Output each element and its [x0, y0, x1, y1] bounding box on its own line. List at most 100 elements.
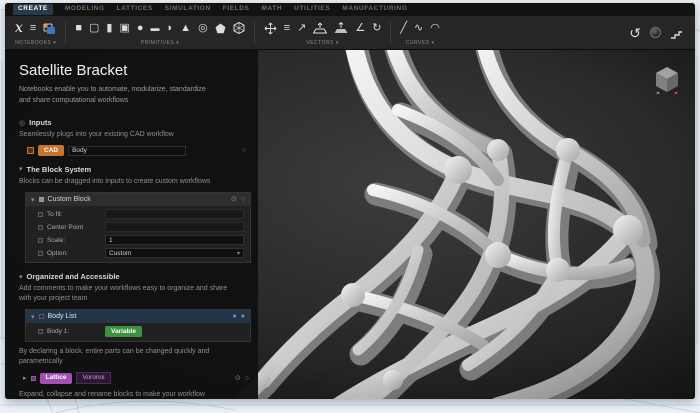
- variable-icon[interactable]: x: [15, 21, 23, 35]
- body-1-row: Body 1: Variable: [38, 326, 244, 338]
- comment-dot-icon[interactable]: ●: [233, 313, 237, 320]
- caret-down-icon: ▾: [19, 166, 23, 174]
- option-checkbox[interactable]: [38, 250, 43, 256]
- to-fit-field[interactable]: [105, 209, 244, 220]
- variable-badge[interactable]: Variable: [105, 326, 142, 338]
- tab-simulation[interactable]: SIMULATION: [165, 6, 211, 13]
- body-list-body: Body 1: Variable: [26, 323, 250, 341]
- box-icon[interactable]: ▣: [119, 22, 129, 34]
- toolbar-separator: [65, 21, 67, 44]
- organized-description: Add comments to make your workflows easy…: [19, 285, 228, 303]
- body-1-label: Body 1:: [47, 328, 70, 336]
- half-sphere-icon[interactable]: ◗: [167, 22, 174, 34]
- body-list-title: Body List: [47, 313, 77, 321]
- lattice-checkbox[interactable]: [30, 375, 36, 381]
- voronoi-value[interactable]: Voronoi: [76, 372, 111, 385]
- capsule-icon[interactable]: ▬: [151, 23, 160, 33]
- custom-block-title: Custom Block: [47, 196, 91, 204]
- tab-manufacturing[interactable]: MANUFACTURING: [342, 6, 407, 13]
- center-point-field[interactable]: [105, 222, 244, 233]
- plane-up-icon[interactable]: [334, 22, 348, 34]
- body-1-checkbox[interactable]: [38, 329, 43, 335]
- expand-footer: Expand, collapse and rename blocks to ma…: [19, 391, 205, 399]
- toolbar-group-curves: ╱ ∿ ◠ CURVES ▾: [398, 16, 441, 49]
- body-list-header[interactable]: ▾ Body List ● ●: [26, 310, 250, 324]
- cone-icon[interactable]: ▲: [180, 22, 191, 34]
- caret-down-icon[interactable]: ▾: [31, 196, 35, 204]
- center-point-label: Center Point: [47, 223, 84, 231]
- circle-icon[interactable]: ○: [241, 196, 245, 203]
- scale-field[interactable]: 1: [105, 235, 244, 246]
- custom-block-header[interactable]: ▾ Custom Block ⊙ ○: [26, 193, 250, 207]
- field-row-center-point: Center Point: [38, 222, 244, 233]
- toolbar-group-notebooks: x ≡ NOTEBOOKS ▾: [13, 16, 58, 49]
- sphere-icon[interactable]: ●: [137, 22, 144, 34]
- cad-body-field[interactable]: Body: [68, 145, 187, 156]
- body-list-block: ▾ Body List ● ● Body 1: Variable: [25, 309, 251, 343]
- lattice-badge: Lattice: [39, 372, 73, 384]
- block-system-description: Blocks can be dragged into inputs to cre…: [19, 177, 211, 185]
- primitives-group-label[interactable]: PRIMITIVES ▾: [75, 41, 244, 46]
- tab-modeling[interactable]: MODELING: [65, 6, 105, 13]
- caret-down-icon[interactable]: ▾: [31, 313, 35, 321]
- plane-icon[interactable]: [313, 22, 328, 34]
- circle-icon[interactable]: ○: [245, 375, 249, 382]
- rounded-cube-icon[interactable]: ▢: [89, 22, 99, 34]
- caret-right-icon[interactable]: ▸: [23, 374, 27, 382]
- vectors-group-label[interactable]: VECTORS ▾: [264, 41, 382, 46]
- inputs-icon: ◎: [19, 119, 26, 127]
- caret-down-icon: ▾: [19, 273, 23, 281]
- scale-label: Scale:: [47, 236, 66, 244]
- custom-block-body: To fit: Center Point Scale: 1 Option: Cu…: [26, 206, 250, 262]
- block-system-heading[interactable]: ▾ The Block System: [19, 165, 246, 174]
- cad-checkbox[interactable]: [27, 147, 34, 155]
- toolbar-group-primitives: ■ ▢ ▮ ▣ ● ▬ ◗ ▲ ◎ PRIMITIVES ▾: [73, 16, 246, 49]
- tab-fields[interactable]: FIELDS: [223, 6, 250, 13]
- to-fit-checkbox[interactable]: [38, 211, 43, 217]
- app-window: CREATE MODELING LATTICES SIMULATION FIEL…: [5, 3, 695, 399]
- dot-icon[interactable]: ●: [241, 313, 245, 320]
- view-cube[interactable]: [655, 66, 679, 94]
- cad-row-circle-icon[interactable]: ○: [242, 147, 246, 154]
- option-label: Option:: [47, 249, 68, 257]
- notebooks-icon[interactable]: [43, 22, 56, 35]
- spline-icon[interactable]: ∿: [414, 22, 423, 34]
- organized-heading[interactable]: ▾ Organized and Accessible: [19, 272, 246, 281]
- notebook-intro: Notebooks enable you to automate, modula…: [19, 86, 206, 104]
- notebooks-group-label[interactable]: NOTEBOOKS ▾: [15, 41, 56, 46]
- arc-icon[interactable]: ◠: [430, 22, 440, 34]
- tab-lattices[interactable]: LATTICES: [117, 6, 153, 13]
- rotate-icon[interactable]: ↻: [372, 22, 381, 34]
- center-point-checkbox[interactable]: [38, 224, 43, 230]
- target-icon[interactable]: ⊙: [235, 375, 241, 382]
- scale-checkbox[interactable]: [38, 237, 43, 243]
- toolbar-group-vectors: ≡ ↗ ∠ ↻ VECTORS ▾: [262, 16, 384, 49]
- move-icon[interactable]: [264, 22, 277, 35]
- torus-icon[interactable]: ◎: [198, 22, 208, 34]
- target-icon[interactable]: ⊙: [231, 196, 237, 203]
- body-list-checkbox[interactable]: [38, 314, 44, 320]
- pentagon-icon[interactable]: [215, 23, 226, 34]
- vector-arrow-icon[interactable]: ↗: [297, 22, 306, 34]
- polyhedron-icon[interactable]: [233, 22, 245, 34]
- curves-group-label[interactable]: CURVES ▾: [400, 41, 439, 46]
- chevron-down-icon: ▾: [236, 250, 240, 257]
- tab-math[interactable]: MATH: [261, 6, 282, 13]
- custom-block-checkbox[interactable]: [38, 197, 44, 203]
- line-icon[interactable]: ╱: [400, 22, 407, 34]
- lattice-block-row[interactable]: ▸ Lattice Voronoi ⊙ ○: [23, 372, 249, 385]
- cube-icon[interactable]: ■: [75, 22, 82, 34]
- field-row-option: Option: Custom ▾: [38, 248, 244, 259]
- vector-list-icon[interactable]: ≡: [284, 22, 290, 34]
- option-dropdown[interactable]: Custom ▾: [105, 248, 244, 259]
- toolbar: x ≡ NOTEBOOKS ▾ ■ ▢ ▮ ▣ ● ▬ ◗ ▲ ◎ PRIMIT…: [5, 16, 695, 50]
- angle-icon[interactable]: ∠: [355, 22, 365, 34]
- loop-rotate-icon[interactable]: ↺: [629, 26, 641, 40]
- tab-utilities[interactable]: UTILITIES: [294, 6, 330, 13]
- inputs-description: Seamlessly plugs into your existing CAD …: [19, 131, 174, 138]
- tab-create[interactable]: CREATE: [13, 4, 53, 15]
- steps-icon[interactable]: [670, 27, 683, 39]
- list-icon[interactable]: ≡: [30, 22, 36, 34]
- render-sphere-icon[interactable]: [650, 27, 661, 38]
- cylinder-icon[interactable]: ▮: [106, 22, 112, 34]
